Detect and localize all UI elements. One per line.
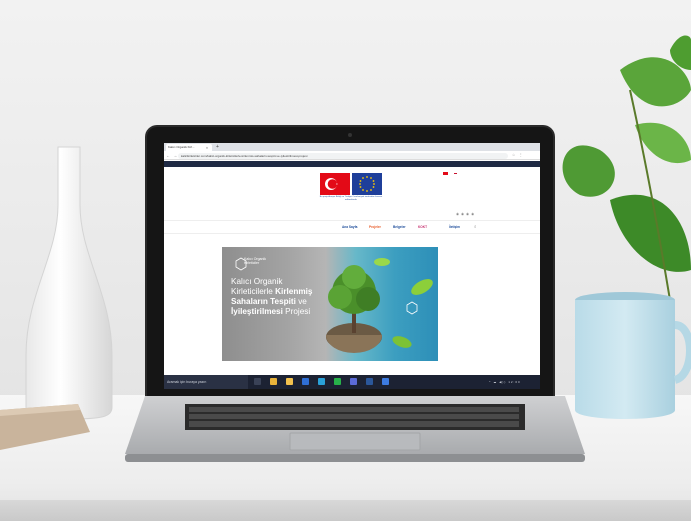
laptop-screen: Kalıcı Organik Kirl... × + ← → ⟳ kalicik… <box>164 143 540 389</box>
tab-title: Kalıcı Organik Kirl... <box>168 145 195 149</box>
social-icons[interactable]: ◉ ◉ ◉ ◉ <box>456 212 475 216</box>
hero-title-line3b: ve <box>295 297 307 306</box>
notebook <box>0 402 92 457</box>
site-topbar <box>164 161 540 167</box>
hero-title-line3a: Sahaların Tespiti <box>231 297 296 306</box>
taskbar-apps <box>254 378 393 386</box>
browser-tab[interactable]: Kalıcı Organik Kirl... × <box>166 144 212 151</box>
nav-item-contact[interactable]: İletişim <box>449 225 460 230</box>
hero-title-line4a: İyileştirilmesi <box>231 307 283 316</box>
taskbar-search-input[interactable]: Aramak için buraya yazın <box>164 375 248 389</box>
funding-caption: Bu proje Avrupa Birliği ve Türkiye Cumhu… <box>319 196 383 201</box>
edge-icon[interactable] <box>317 378 325 385</box>
url-input[interactable]: kalicikirleticiler.com/kalici-organik-ki… <box>178 152 508 159</box>
app-icon[interactable] <box>349 378 357 385</box>
hero-logo-text: Kalıcı Organik Kirleticiler <box>244 257 266 265</box>
browser-tabbar: Kalıcı Organik Kirl... × + <box>164 143 540 151</box>
language-flags[interactable] <box>442 162 459 180</box>
explorer-icon[interactable] <box>285 378 293 385</box>
en-flag-icon[interactable] <box>453 171 459 175</box>
hero-banner[interactable]: Kalıcı Organik Kirleticiler Kalıcı Organ… <box>222 247 438 361</box>
blue-mug <box>570 290 691 435</box>
store-icon[interactable] <box>381 378 389 385</box>
webcam <box>348 133 352 137</box>
browser-actions-icons[interactable]: ☆ ⋮ <box>512 151 524 160</box>
tr-flag-icon[interactable] <box>443 171 448 175</box>
hero-title-line4b: Projesi <box>282 307 311 316</box>
white-vase <box>22 145 117 420</box>
nav-item-kokt[interactable]: KOKT <box>418 225 427 230</box>
chrome-icon[interactable] <box>269 378 277 385</box>
search-icon[interactable]: ⌕ <box>474 224 477 229</box>
nav-item-documents[interactable]: Belgeler <box>393 225 406 230</box>
nav-item-home[interactable]: Ana Sayfa <box>342 225 357 230</box>
task-view-icon[interactable] <box>254 378 261 385</box>
site-nav: Ana Sayfa Projeler Belgeler KOKT İletişi… <box>164 220 540 234</box>
mail-icon[interactable] <box>301 378 309 385</box>
system-tray[interactable]: ^ ☁ ◀)) 12:00 <box>489 375 521 389</box>
hero-title-line1: Kalıcı Organik <box>231 277 283 286</box>
hero-title: Kalıcı Organik Kirleticilerle Kirlenmiş … <box>231 277 351 317</box>
laptop-base <box>125 396 585 464</box>
desk-edge <box>0 500 691 521</box>
partner-logos <box>320 173 382 195</box>
new-tab-icon[interactable]: + <box>216 143 219 151</box>
address-bar: ← → ⟳ kalicikirleticiler.com/kalici-orga… <box>164 151 540 160</box>
hero-title-line2b: Kirlenmiş <box>275 287 313 296</box>
windows-taskbar: Aramak için buraya yazın ^ ☁ ◀)) 12:00 <box>164 375 540 389</box>
hero-title-line2a: Kirleticilerle <box>231 287 276 296</box>
word-icon[interactable] <box>365 378 373 385</box>
plant-image <box>540 30 691 325</box>
nav-item-projects[interactable]: Projeler <box>369 225 381 230</box>
spotify-icon[interactable] <box>333 378 341 385</box>
